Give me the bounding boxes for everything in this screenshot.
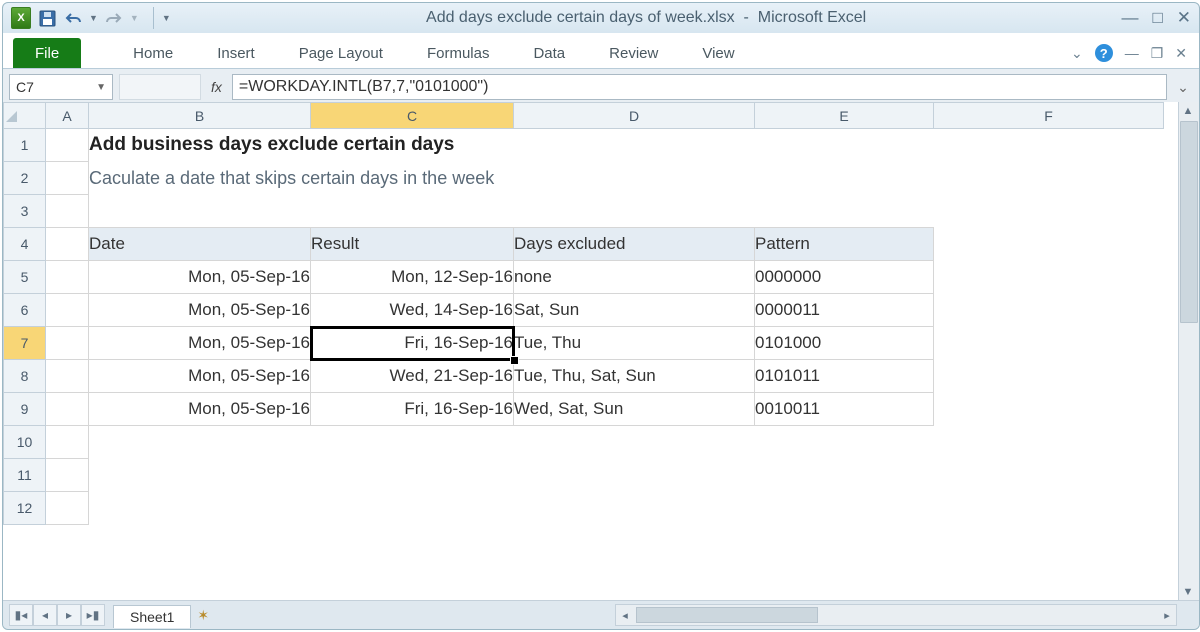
row-header-2[interactable]: 2 xyxy=(4,162,46,195)
cell-c7-active[interactable]: Fri, 16-Sep-16 xyxy=(311,327,514,360)
ribbon-tabs: File Home Insert Page Layout Formulas Da… xyxy=(3,33,1199,69)
vertical-scrollbar[interactable]: ▲ ▼ xyxy=(1178,102,1199,601)
sheet-nav-next-icon[interactable]: ▸ xyxy=(57,604,81,626)
scroll-left-icon[interactable]: ◂ xyxy=(616,606,634,624)
maximize-icon[interactable]: □ xyxy=(1152,8,1162,28)
cell-e8[interactable]: 0101011 xyxy=(755,360,934,393)
select-all-corner[interactable] xyxy=(4,103,46,129)
hdr-excluded[interactable]: Days excluded xyxy=(514,228,755,261)
tab-data[interactable]: Data xyxy=(511,38,587,68)
close-icon[interactable]: ✕ xyxy=(1177,8,1191,28)
cell-b5[interactable]: Mon, 05-Sep-16 xyxy=(89,261,311,294)
file-tab[interactable]: File xyxy=(13,38,81,68)
name-box[interactable]: C7▼ xyxy=(9,74,113,100)
col-header-d[interactable]: D xyxy=(514,103,755,129)
cell-e9[interactable]: 0010011 xyxy=(755,393,934,426)
row-header-3[interactable]: 3 xyxy=(4,195,46,228)
redo-dropdown-icon[interactable]: ▼ xyxy=(130,13,139,23)
vscroll-thumb[interactable] xyxy=(1180,121,1198,323)
cell-b6[interactable]: Mon, 05-Sep-16 xyxy=(89,294,311,327)
doc-restore-icon[interactable]: ❐ xyxy=(1151,45,1164,62)
excel-icon[interactable]: X xyxy=(11,8,31,28)
title-bar: X ▼ ▼ ▼ Add days exclude certain days of… xyxy=(3,3,1199,33)
new-sheet-icon[interactable]: ✶ xyxy=(197,607,209,624)
col-header-a[interactable]: A xyxy=(46,103,89,129)
sheet-nav-buttons: ▮◂ ◂ ▸ ▸▮ xyxy=(3,604,105,626)
fx-icon[interactable]: fx xyxy=(207,79,226,95)
sheet-nav-first-icon[interactable]: ▮◂ xyxy=(9,604,33,626)
tab-page-layout[interactable]: Page Layout xyxy=(277,38,405,68)
cell-b7[interactable]: Mon, 05-Sep-16 xyxy=(89,327,311,360)
scroll-right-icon[interactable]: ▸ xyxy=(1158,606,1176,624)
cell-c9[interactable]: Fri, 16-Sep-16 xyxy=(311,393,514,426)
row-header-10[interactable]: 10 xyxy=(4,426,46,459)
hdr-result[interactable]: Result xyxy=(311,228,514,261)
cell-d5[interactable]: none xyxy=(514,261,755,294)
ribbon-minimize-icon[interactable]: ⌄ xyxy=(1071,45,1083,62)
cell-e5[interactable]: 0000000 xyxy=(755,261,934,294)
worksheet-area: A B C D E F 1 Add business days exclude … xyxy=(3,102,1199,601)
row-header-8[interactable]: 8 xyxy=(4,360,46,393)
minimize-icon[interactable]: — xyxy=(1121,8,1138,28)
col-header-b[interactable]: B xyxy=(89,103,311,129)
undo-dropdown-icon[interactable]: ▼ xyxy=(89,13,98,23)
scroll-up-icon[interactable]: ▲ xyxy=(1179,102,1197,120)
cell-d9[interactable]: Wed, Sat, Sun xyxy=(514,393,755,426)
hdr-pattern[interactable]: Pattern xyxy=(755,228,934,261)
scroll-down-icon[interactable]: ▼ xyxy=(1179,583,1197,601)
cell-c8[interactable]: Wed, 21-Sep-16 xyxy=(311,360,514,393)
row-header-6[interactable]: 6 xyxy=(4,294,46,327)
tab-review[interactable]: Review xyxy=(587,38,680,68)
tab-home[interactable]: Home xyxy=(111,38,195,68)
hdr-date[interactable]: Date xyxy=(89,228,311,261)
window-title: Add days exclude certain days of week.xl… xyxy=(171,9,1122,27)
cell-c6[interactable]: Wed, 14-Sep-16 xyxy=(311,294,514,327)
cell-b8[interactable]: Mon, 05-Sep-16 xyxy=(89,360,311,393)
cell-e6[interactable]: 0000011 xyxy=(755,294,934,327)
horizontal-scrollbar[interactable]: ◂ ▸ xyxy=(615,604,1177,626)
tab-formulas[interactable]: Formulas xyxy=(405,38,512,68)
qat-customize-icon[interactable]: ▼ xyxy=(162,13,171,23)
row-header-1[interactable]: 1 xyxy=(4,129,46,162)
cell-d8[interactable]: Tue, Thu, Sat, Sun xyxy=(514,360,755,393)
row-header-9[interactable]: 9 xyxy=(4,393,46,426)
app-window: X ▼ ▼ ▼ Add days exclude certain days of… xyxy=(2,2,1200,630)
cell-e7[interactable]: 0101000 xyxy=(755,327,934,360)
save-icon[interactable] xyxy=(37,8,57,28)
row-header-5[interactable]: 5 xyxy=(4,261,46,294)
sheet-tab-sheet1[interactable]: Sheet1 xyxy=(113,605,191,628)
redo-icon[interactable] xyxy=(104,8,124,28)
col-header-f[interactable]: F xyxy=(934,103,1164,129)
sheet-nav-last-icon[interactable]: ▸▮ xyxy=(81,604,105,626)
spreadsheet-grid[interactable]: A B C D E F 1 Add business days exclude … xyxy=(3,102,1164,525)
formula-bar: C7▼ fx =WORKDAY.INTL(B7,7,"0101000") ⌄ xyxy=(3,69,1199,106)
formula-bar-expand-icon[interactable]: ⌄ xyxy=(1173,79,1193,96)
cell-b9[interactable]: Mon, 05-Sep-16 xyxy=(89,393,311,426)
name-box-dropdown-icon[interactable]: ▼ xyxy=(96,82,106,93)
tab-view[interactable]: View xyxy=(680,38,756,68)
col-header-e[interactable]: E xyxy=(755,103,934,129)
sheet-subtitle: Caculate a date that skips certain days … xyxy=(89,168,494,188)
row-header-7[interactable]: 7 xyxy=(4,327,46,360)
doc-minimize-icon[interactable]: — xyxy=(1125,45,1139,61)
row-header-4[interactable]: 4 xyxy=(4,228,46,261)
quick-access-toolbar: X ▼ ▼ ▼ xyxy=(11,7,171,29)
cell-d6[interactable]: Sat, Sun xyxy=(514,294,755,327)
col-header-c[interactable]: C xyxy=(311,103,514,129)
cell-c5[interactable]: Mon, 12-Sep-16 xyxy=(311,261,514,294)
undo-icon[interactable] xyxy=(63,8,83,28)
sheet-title: Add business days exclude certain days xyxy=(89,134,454,155)
formula-input[interactable]: =WORKDAY.INTL(B7,7,"0101000") xyxy=(232,74,1167,100)
row-header-12[interactable]: 12 xyxy=(4,492,46,525)
doc-close-icon[interactable]: ✕ xyxy=(1175,45,1187,62)
sheet-nav-prev-icon[interactable]: ◂ xyxy=(33,604,57,626)
row-header-11[interactable]: 11 xyxy=(4,459,46,492)
sheet-tab-bar: ▮◂ ◂ ▸ ▸▮ Sheet1 ✶ ◂ ▸ xyxy=(3,600,1199,629)
window-controls: — □ ✕ xyxy=(1121,8,1191,28)
hscroll-thumb[interactable] xyxy=(636,607,818,623)
cell-d7[interactable]: Tue, Thu xyxy=(514,327,755,360)
help-icon[interactable]: ? xyxy=(1095,44,1113,62)
tab-insert[interactable]: Insert xyxy=(195,38,277,68)
